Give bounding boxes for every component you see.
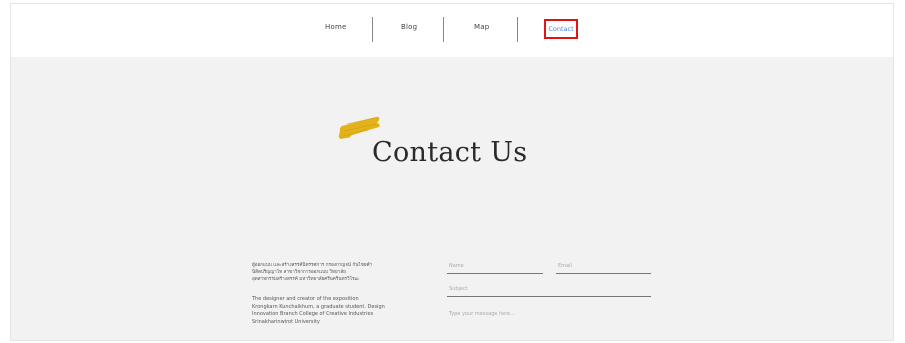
designer-info-thai: ผู้ออกแบบ และสร้างสรรค์นิทรรศการ กรองกาญ… (252, 263, 373, 283)
name-field[interactable] (447, 261, 543, 274)
nav-divider (443, 17, 444, 42)
top-navigation-bar: Home Blog Map Contact (11, 4, 893, 57)
nav-contact-link[interactable]: Contact (544, 19, 578, 39)
page-frame: Home Blog Map Contact Contact Us ผู้ออกแ… (10, 3, 894, 341)
nav-map-link[interactable]: Map (474, 23, 489, 31)
designer-info-english: The designer and creator of the expositi… (252, 296, 385, 325)
nav-home-link[interactable]: Home (325, 23, 346, 31)
nav-contact-label: Contact (548, 25, 574, 33)
subject-field[interactable] (447, 284, 651, 297)
nav-divider (517, 17, 518, 42)
nav-divider (372, 17, 373, 42)
page-title: Contact Us (372, 137, 528, 168)
email-field[interactable] (556, 261, 651, 274)
nav-blog-link[interactable]: Blog (401, 23, 417, 31)
message-field[interactable] (447, 309, 651, 340)
